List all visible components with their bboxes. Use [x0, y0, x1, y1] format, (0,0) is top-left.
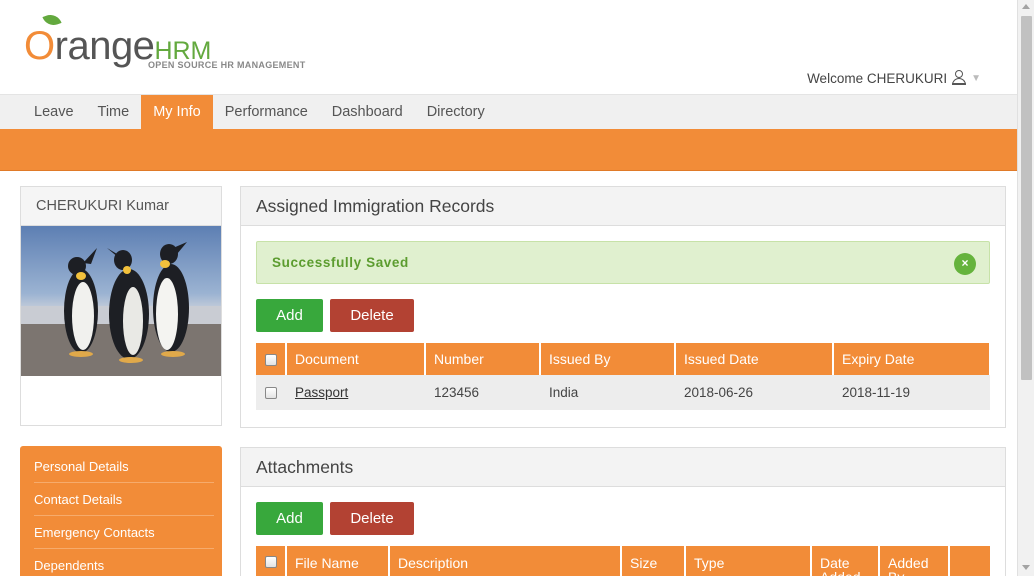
cell-issued-by: India: [540, 375, 676, 410]
nav-my-info[interactable]: My Info: [141, 95, 213, 129]
success-message: Successfully Saved: [272, 255, 409, 270]
logo-tagline: OPEN SOURCE HR MANAGEMENT: [148, 60, 306, 70]
col-expiry-date[interactable]: Expiry Date: [833, 343, 989, 375]
immigration-table: Document Number Issued By Issued Date Ex…: [256, 343, 990, 410]
menu-personal-details[interactable]: Personal Details: [34, 450, 214, 483]
scroll-up-icon[interactable]: [1022, 4, 1030, 9]
nav-dashboard[interactable]: Dashboard: [320, 95, 415, 129]
side-menu: Personal Details Contact Details Emergen…: [20, 446, 222, 576]
col-file-name[interactable]: File Name: [286, 546, 390, 576]
nav-directory[interactable]: Directory: [415, 95, 497, 129]
welcome-text[interactable]: Welcome CHERUKURI: [807, 71, 947, 86]
menu-emergency-contacts[interactable]: Emergency Contacts: [34, 516, 214, 549]
col-actions: [949, 546, 990, 576]
select-all-header: [256, 343, 287, 375]
col-document[interactable]: Document: [286, 343, 426, 375]
document-link[interactable]: Passport: [295, 385, 348, 400]
col-issued-by[interactable]: Issued By: [540, 343, 676, 375]
orangehrm-logo[interactable]: OrangeHRM OPEN SOURCE HR MANAGEMENT: [24, 11, 314, 74]
vertical-scrollbar[interactable]: [1017, 0, 1034, 576]
col-size[interactable]: Size: [621, 546, 686, 576]
welcome-menu[interactable]: Welcome CHERUKURI ▼: [807, 70, 981, 86]
add-attachment-button[interactable]: Add: [256, 502, 323, 535]
cell-expiry-date: 2018-11-19: [833, 375, 990, 410]
profile-name: CHERUKURI Kumar: [21, 187, 221, 226]
profile-photo[interactable]: [21, 226, 221, 376]
scroll-down-icon[interactable]: [1022, 565, 1030, 570]
profile-card: CHERUKURI Kumar: [20, 186, 222, 426]
penguins-image: [21, 242, 221, 376]
row-checkbox[interactable]: [264, 387, 277, 400]
caret-down-icon: ▼: [971, 72, 981, 84]
delete-attachment-button[interactable]: Delete: [330, 502, 414, 535]
immigration-title: Assigned Immigration Records: [241, 187, 1005, 226]
table-row: Passport 123456 India 2018-06-26 2018-11…: [256, 375, 990, 410]
menu-dependents[interactable]: Dependents: [34, 549, 214, 576]
col-number[interactable]: Number: [425, 343, 541, 375]
table-header-row: File Name Description Size Type Date Add…: [256, 546, 990, 576]
row-select-cell: [256, 375, 287, 410]
attachments-title: Attachments: [241, 448, 1005, 487]
col-issued-date[interactable]: Issued Date: [675, 343, 834, 375]
cell-issued-date: 2018-06-26: [675, 375, 834, 410]
cell-number: 123456: [425, 375, 541, 410]
main-nav: Leave Time My Info Performance Dashboard…: [0, 94, 1017, 129]
nav-leave[interactable]: Leave: [22, 95, 86, 129]
add-immigration-button[interactable]: Add: [256, 299, 323, 332]
page: OrangeHRM OPEN SOURCE HR MANAGEMENT Welc…: [0, 0, 1017, 576]
col-description[interactable]: Description: [389, 546, 622, 576]
nav-time[interactable]: Time: [86, 95, 142, 129]
user-icon: [952, 70, 967, 86]
attachments-table: File Name Description Size Type Date Add…: [256, 546, 990, 576]
delete-immigration-button[interactable]: Delete: [330, 299, 414, 332]
attachments-panel: Attachments Add Delete File Name Descrip…: [240, 447, 1006, 576]
cell-document: Passport: [286, 375, 426, 410]
immigration-panel: Assigned Immigration Records Successfull…: [240, 186, 1006, 428]
table-header-row: Document Number Issued By Issued Date Ex…: [256, 343, 989, 375]
menu-contact-details[interactable]: Contact Details: [34, 483, 214, 516]
col-date-added[interactable]: Date Added: [811, 546, 880, 576]
success-message-box: Successfully Saved ×: [256, 241, 990, 284]
scrollbar-thumb[interactable]: [1021, 16, 1032, 380]
select-all-checkbox[interactable]: [264, 556, 277, 569]
col-type[interactable]: Type: [685, 546, 812, 576]
header: OrangeHRM OPEN SOURCE HR MANAGEMENT Welc…: [0, 0, 1017, 94]
select-all-header: [256, 546, 287, 576]
col-added-by[interactable]: Added By: [879, 546, 950, 576]
nav-performance[interactable]: Performance: [213, 95, 320, 129]
close-icon[interactable]: ×: [954, 253, 976, 275]
sub-nav-bar: [0, 129, 1017, 171]
select-all-checkbox[interactable]: [264, 354, 277, 367]
